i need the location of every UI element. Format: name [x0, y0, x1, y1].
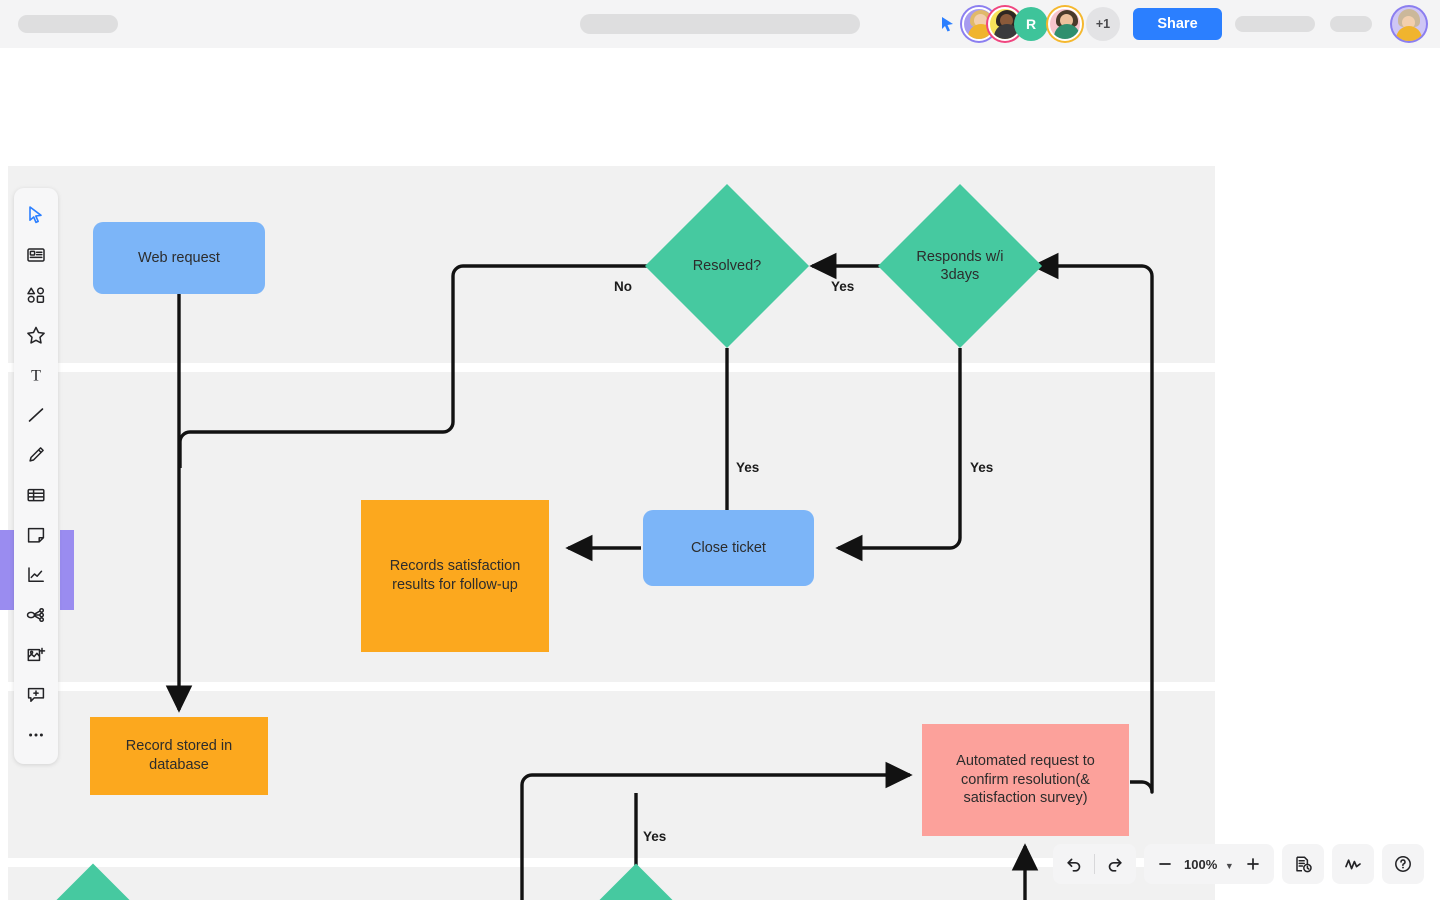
edge-label-no: No: [614, 279, 632, 294]
edge-label-yes-bottom: Yes: [643, 829, 667, 844]
edge-label-yes-resolved: Yes: [831, 279, 855, 294]
activity-group: [1331, 844, 1374, 884]
line-tool[interactable]: [19, 398, 53, 432]
node-label: Record stored in database: [125, 738, 233, 773]
avatar[interactable]: [1048, 7, 1082, 41]
avatar-initial[interactable]: R: [1014, 7, 1048, 41]
node-label: Automated request to confirm resolution(…: [956, 752, 1095, 807]
node-web-request[interactable]: Web request: [93, 222, 265, 294]
pen-tool[interactable]: [19, 438, 53, 472]
node-label: Resolved?: [692, 257, 762, 274]
sticky-note-tool[interactable]: [19, 518, 53, 552]
node-records-satisfaction[interactable]: Records satisfaction results for follow-…: [361, 500, 549, 652]
divider: [1094, 854, 1095, 874]
zoom-in-button[interactable]: [1236, 847, 1270, 881]
image-tool[interactable]: [19, 638, 53, 672]
whiteboard-app: R +1 Share Web request Resolved? Respond…: [0, 0, 1440, 900]
board-title-placeholder[interactable]: [18, 15, 118, 33]
header-placeholder-1[interactable]: [1235, 16, 1315, 32]
collaborator-avatars[interactable]: R +1: [962, 7, 1120, 41]
version-history-icon[interactable]: [1286, 847, 1320, 881]
zoom-level-text: 100%: [1184, 856, 1218, 872]
history-group: [1053, 844, 1136, 884]
help-group: [1381, 844, 1424, 884]
bottom-toolbar: 100% ▼: [1053, 844, 1424, 884]
mindmap-tool[interactable]: [19, 598, 53, 632]
templates-tool[interactable]: [19, 238, 53, 272]
app-header: R +1 Share: [0, 0, 1440, 48]
text-tool[interactable]: T: [19, 358, 53, 392]
zoom-level-value[interactable]: 100% ▼: [1182, 857, 1236, 872]
version-history-group: [1281, 844, 1324, 884]
shapes-tool[interactable]: [19, 278, 53, 312]
zoom-out-button[interactable]: [1148, 847, 1182, 881]
node-record-stored[interactable]: Record stored in database: [90, 717, 268, 795]
comment-add-tool[interactable]: [19, 678, 53, 712]
edge-label-yes-responds: Yes: [970, 460, 994, 475]
node-offscreen-ticket-edge[interactable]: [60, 530, 74, 610]
node-close-ticket[interactable]: Close ticket: [643, 510, 814, 586]
node-label: Close ticket: [691, 539, 766, 556]
table-tool[interactable]: [19, 478, 53, 512]
share-button[interactable]: Share: [1133, 8, 1222, 40]
cursor-icon[interactable]: [938, 15, 956, 33]
redo-icon[interactable]: [1098, 847, 1132, 881]
swimlane-2: [8, 372, 1215, 682]
chevron-down-icon: ▼: [1224, 860, 1234, 871]
edge-label-yes-close: Yes: [736, 460, 760, 475]
board-canvas[interactable]: cke Web request Resolved? Responds w/i 3…: [0, 48, 1440, 900]
activity-icon[interactable]: [1336, 847, 1370, 881]
header-placeholder-2[interactable]: [1330, 16, 1372, 32]
zoom-group: 100% ▼: [1144, 844, 1274, 884]
help-icon[interactable]: [1386, 847, 1420, 881]
node-label: Responds w/i 3days: [916, 248, 1004, 283]
undo-icon[interactable]: [1057, 847, 1091, 881]
node-label: Records satisfaction results for follow-…: [389, 558, 521, 593]
avatar-overflow-count[interactable]: +1: [1086, 7, 1120, 41]
select-cursor-tool[interactable]: [19, 198, 53, 232]
svg-text:T: T: [31, 368, 41, 385]
node-automated-request[interactable]: Automated request to confirm resolution(…: [922, 724, 1129, 836]
star-tool[interactable]: [19, 318, 53, 352]
my-avatar[interactable]: [1392, 7, 1426, 41]
chart-tool[interactable]: [19, 558, 53, 592]
left-toolbar: T: [14, 188, 58, 764]
more-tools[interactable]: [19, 718, 53, 752]
node-label: Web request: [138, 249, 220, 266]
toolbar-placeholder[interactable]: [580, 14, 860, 34]
